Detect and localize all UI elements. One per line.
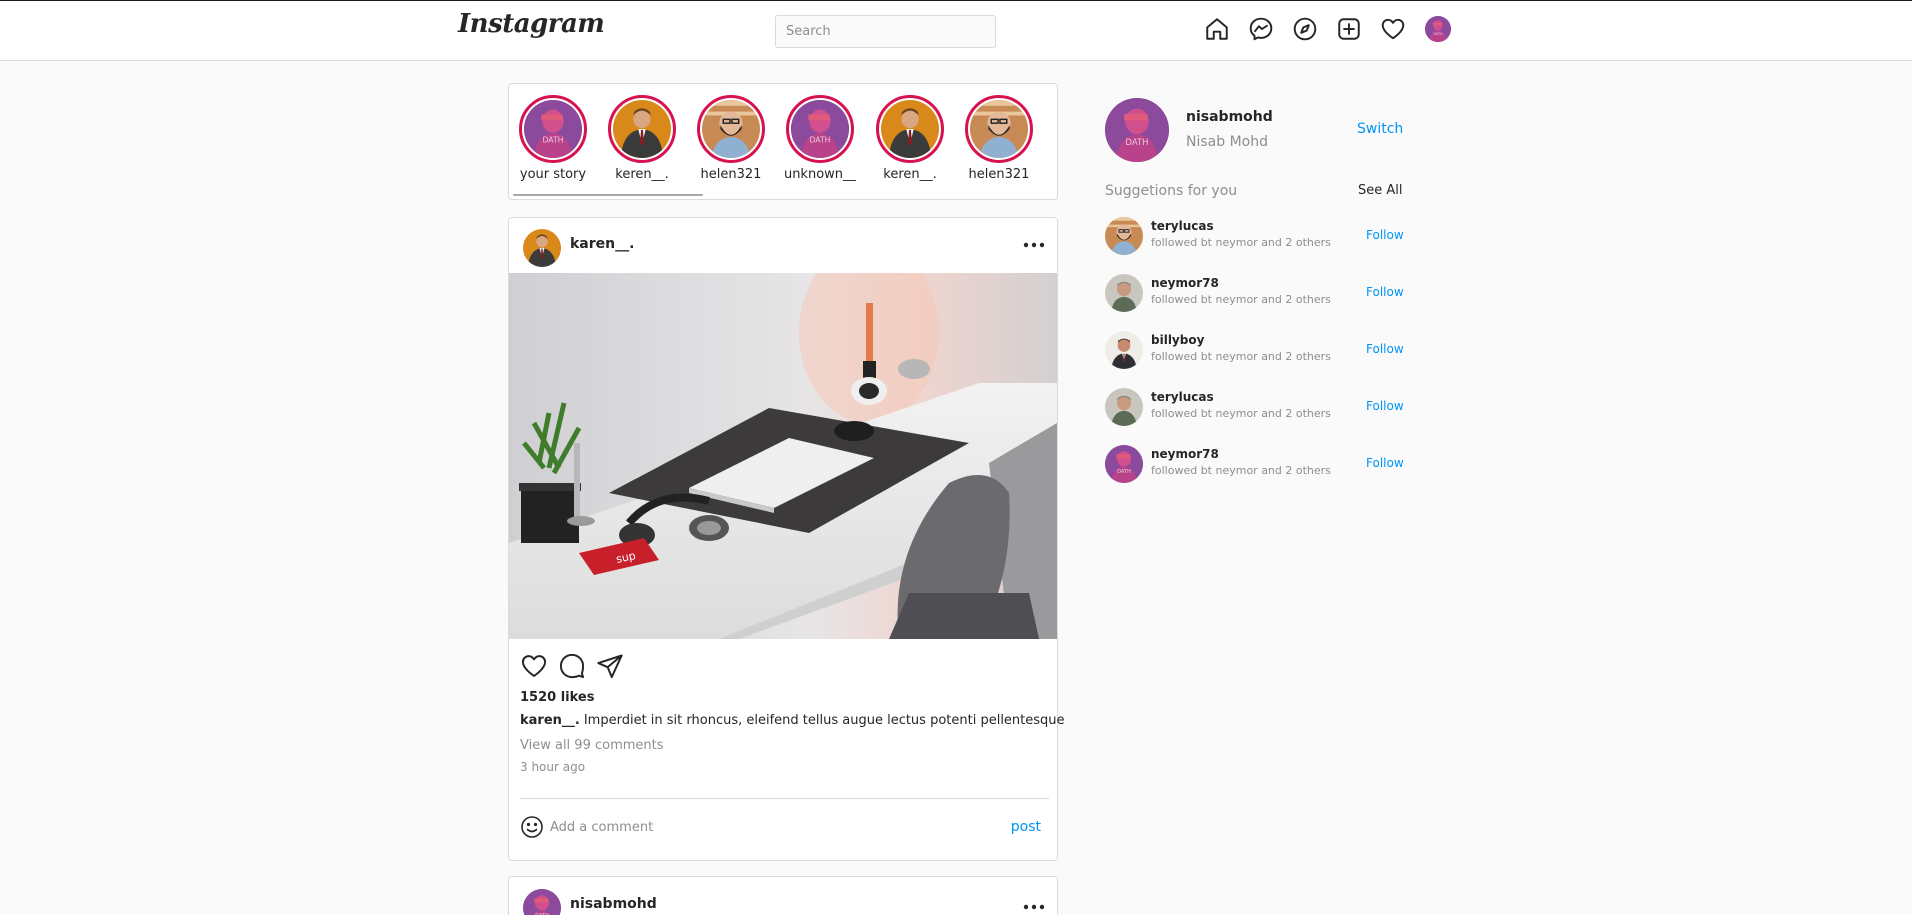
- suggestion-username[interactable]: billyboy: [1151, 333, 1204, 347]
- suggestion-item: billyboy followed bt neymor and 2 others…: [1105, 331, 1405, 371]
- switch-account-button[interactable]: Switch: [1357, 121, 1403, 137]
- divider: [520, 798, 1049, 799]
- suggestion-item: neymor78 followed bt neymor and 2 others…: [1105, 274, 1405, 314]
- suggestion-avatar[interactable]: [1105, 388, 1143, 426]
- post-author-avatar[interactable]: [523, 889, 561, 915]
- suggestion-subtitle: followed bt neymor and 2 others: [1151, 350, 1331, 363]
- suggestion-username[interactable]: terylucas: [1151, 390, 1214, 404]
- follow-button[interactable]: Follow: [1366, 342, 1404, 356]
- post-author-username[interactable]: nisabmohd: [570, 896, 657, 912]
- post-comment-button[interactable]: post: [1011, 819, 1041, 835]
- suggestion-subtitle: followed bt neymor and 2 others: [1151, 236, 1331, 249]
- story-avatar: [702, 100, 760, 158]
- post-image[interactable]: sup: [509, 273, 1057, 639]
- messenger-icon[interactable]: [1247, 15, 1275, 43]
- view-all-comments-link[interactable]: View all 99 comments: [520, 738, 664, 753]
- story-username: keren__.: [615, 167, 669, 182]
- feed-post: nisabmohd: [508, 876, 1058, 915]
- story-username: unknown__: [783, 167, 857, 182]
- emoji-smile-icon[interactable]: [520, 815, 544, 839]
- suggestion-item: neymor78 followed bt neymor and 2 others…: [1105, 445, 1405, 485]
- more-options-icon[interactable]: [1023, 904, 1045, 910]
- follow-button[interactable]: Follow: [1366, 228, 1404, 242]
- post-caption: karen__. Imperdiet in sit rhoncus, eleife…: [520, 713, 1065, 728]
- home-icon[interactable]: [1203, 15, 1231, 43]
- stories-scrollbar[interactable]: [513, 194, 703, 196]
- suggestion-username[interactable]: neymor78: [1151, 447, 1219, 461]
- follow-button[interactable]: Follow: [1366, 285, 1404, 299]
- suggestion-subtitle: followed bt neymor and 2 others: [1151, 464, 1331, 477]
- current-user-avatar[interactable]: [1105, 98, 1169, 162]
- suggestion-item: terylucas followed bt neymor and 2 other…: [1105, 388, 1405, 428]
- stories-tray: your story keren__. helen321 unknown__ k…: [508, 83, 1058, 200]
- story-item[interactable]: your story: [513, 95, 593, 182]
- story-username: helen321: [968, 167, 1030, 182]
- post-author-username[interactable]: karen__.: [570, 236, 634, 252]
- suggestion-avatar[interactable]: [1105, 217, 1143, 255]
- story-username: keren__.: [883, 167, 937, 182]
- add-comment-input[interactable]: [550, 816, 950, 838]
- profile-avatar[interactable]: [1424, 15, 1452, 43]
- story-username: your story: [519, 167, 587, 182]
- post-author-avatar[interactable]: [523, 229, 561, 267]
- story-avatar: [881, 100, 939, 158]
- instagram-logo[interactable]: Instagram: [458, 9, 605, 39]
- suggestion-subtitle: followed bt neymor and 2 others: [1151, 293, 1331, 306]
- new-post-icon[interactable]: [1335, 15, 1363, 43]
- story-item[interactable]: keren__.: [602, 95, 682, 182]
- story-username: helen321: [700, 167, 762, 182]
- story-avatar: [970, 100, 1028, 158]
- activity-heart-icon[interactable]: [1379, 15, 1407, 43]
- suggestions-heading: Suggetions for you: [1105, 183, 1238, 199]
- suggestion-subtitle: followed bt neymor and 2 others: [1151, 407, 1331, 420]
- story-avatar: [524, 100, 582, 158]
- story-avatar: [613, 100, 671, 158]
- story-item[interactable]: helen321: [691, 95, 771, 182]
- likes-count[interactable]: 1520 likes: [520, 690, 594, 705]
- story-item[interactable]: helen321: [959, 95, 1039, 182]
- see-all-link[interactable]: See All: [1358, 183, 1403, 198]
- caption-text: Imperdiet in sit rhoncus, eleifend tellu…: [583, 713, 1065, 728]
- current-user-fullname: Nisab Mohd: [1186, 134, 1268, 150]
- suggestion-avatar[interactable]: [1105, 445, 1143, 483]
- comment-bubble-icon[interactable]: [558, 652, 586, 680]
- search-input[interactable]: [775, 15, 996, 48]
- suggestion-username[interactable]: terylucas: [1151, 219, 1214, 233]
- follow-button[interactable]: Follow: [1366, 456, 1404, 470]
- follow-button[interactable]: Follow: [1366, 399, 1404, 413]
- avatar: [1425, 16, 1451, 42]
- top-navbar: Instagram: [0, 0, 1912, 61]
- suggestion-item: terylucas followed bt neymor and 2 other…: [1105, 217, 1405, 257]
- story-avatar: [791, 100, 849, 158]
- more-options-icon[interactable]: [1023, 242, 1045, 248]
- feed-post: karen__. sup 1520 likes karen__. Imperdi…: [508, 217, 1065, 861]
- story-item[interactable]: keren__.: [870, 95, 950, 182]
- story-item[interactable]: unknown__: [780, 95, 860, 182]
- suggestion-avatar[interactable]: [1105, 331, 1143, 369]
- suggestion-username[interactable]: neymor78: [1151, 276, 1219, 290]
- current-user-username[interactable]: nisabmohd: [1186, 109, 1273, 125]
- share-send-icon[interactable]: [596, 652, 624, 680]
- post-timestamp: 3 hour ago: [520, 760, 586, 774]
- like-heart-icon[interactable]: [520, 652, 548, 680]
- suggestion-avatar[interactable]: [1105, 274, 1143, 312]
- explore-icon[interactable]: [1291, 15, 1319, 43]
- caption-username[interactable]: karen__.: [520, 713, 580, 728]
